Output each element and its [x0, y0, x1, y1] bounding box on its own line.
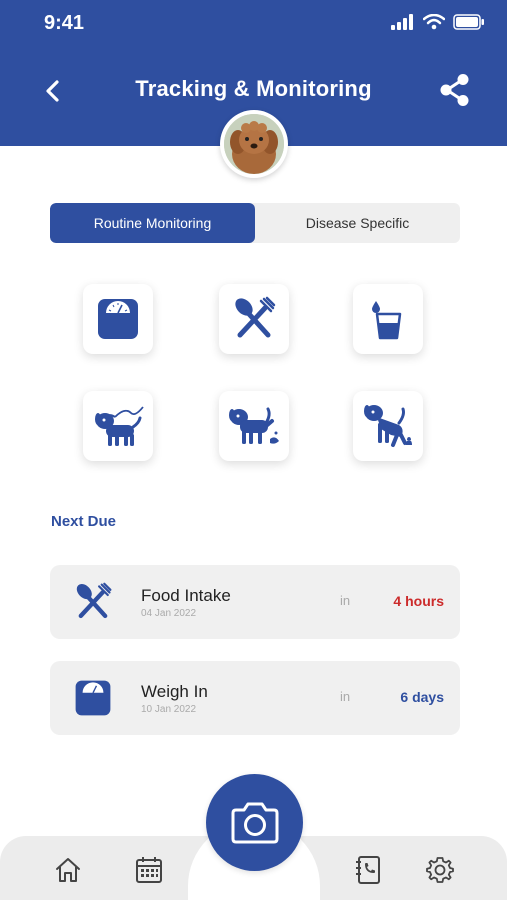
card-eta: 4 hours — [393, 593, 444, 609]
card-in-label: in — [340, 689, 351, 704]
nav-calendar[interactable] — [131, 852, 167, 888]
share-button[interactable] — [434, 70, 474, 110]
status-icons — [391, 14, 485, 30]
dog-leash-icon — [95, 406, 144, 446]
monitoring-tabs: Routine Monitoring Disease Specific — [50, 203, 460, 243]
tab-disease-specific[interactable]: Disease Specific — [255, 203, 460, 243]
due-card-food-intake[interactable]: Food Intake 04 Jan 2022 in 4 hours — [50, 565, 460, 639]
fork-knife-icon — [76, 582, 112, 619]
dog-poop-icon — [364, 405, 412, 447]
card-date: 10 Jan 2022 — [141, 704, 197, 715]
due-card-weigh-in[interactable]: Weigh In 10 Jan 2022 in 6 days — [50, 661, 460, 735]
home-icon — [56, 858, 80, 882]
card-icon — [72, 581, 114, 623]
tile-food[interactable] — [219, 284, 289, 354]
next-due-heading: Next Due — [51, 513, 117, 530]
dog-face-icon — [224, 114, 284, 174]
tile-stool[interactable] — [353, 391, 423, 461]
weighing-scale-icon — [75, 680, 111, 716]
card-title: Weigh In — [141, 682, 208, 701]
tile-urine[interactable] — [219, 391, 289, 461]
card-title: Food Intake — [141, 586, 231, 605]
water-glass-icon — [372, 301, 402, 340]
battery-icon — [453, 14, 484, 30]
nav-contacts[interactable] — [350, 852, 386, 888]
tab-routine-monitoring[interactable]: Routine Monitoring — [50, 203, 255, 243]
card-eta: 6 days — [400, 689, 444, 705]
card-icon — [72, 677, 114, 719]
nav-home[interactable] — [50, 852, 86, 888]
tile-walk[interactable] — [83, 391, 153, 461]
signal-icon — [391, 14, 413, 30]
camera-icon — [231, 802, 278, 843]
settings-icon — [426, 857, 454, 883]
share-icon — [440, 74, 469, 106]
pet-avatar[interactable] — [220, 110, 288, 178]
card-date: 04 Jan 2022 — [141, 608, 197, 619]
nav-settings[interactable] — [422, 852, 458, 888]
page-title: Tracking & Monitoring — [135, 76, 372, 101]
dog-pee-icon — [229, 407, 279, 444]
tile-water[interactable] — [353, 284, 423, 354]
status-time: 9:41 — [44, 12, 85, 34]
pet-photo — [224, 114, 284, 174]
calendar-icon — [136, 857, 162, 883]
tile-weight[interactable] — [83, 284, 153, 354]
fork-knife-icon — [235, 296, 276, 338]
card-in-label: in — [340, 593, 351, 608]
wifi-icon — [423, 14, 445, 30]
weighing-scale-icon — [98, 299, 138, 339]
phone-book-icon — [356, 856, 380, 884]
camera-button[interactable] — [206, 774, 303, 871]
